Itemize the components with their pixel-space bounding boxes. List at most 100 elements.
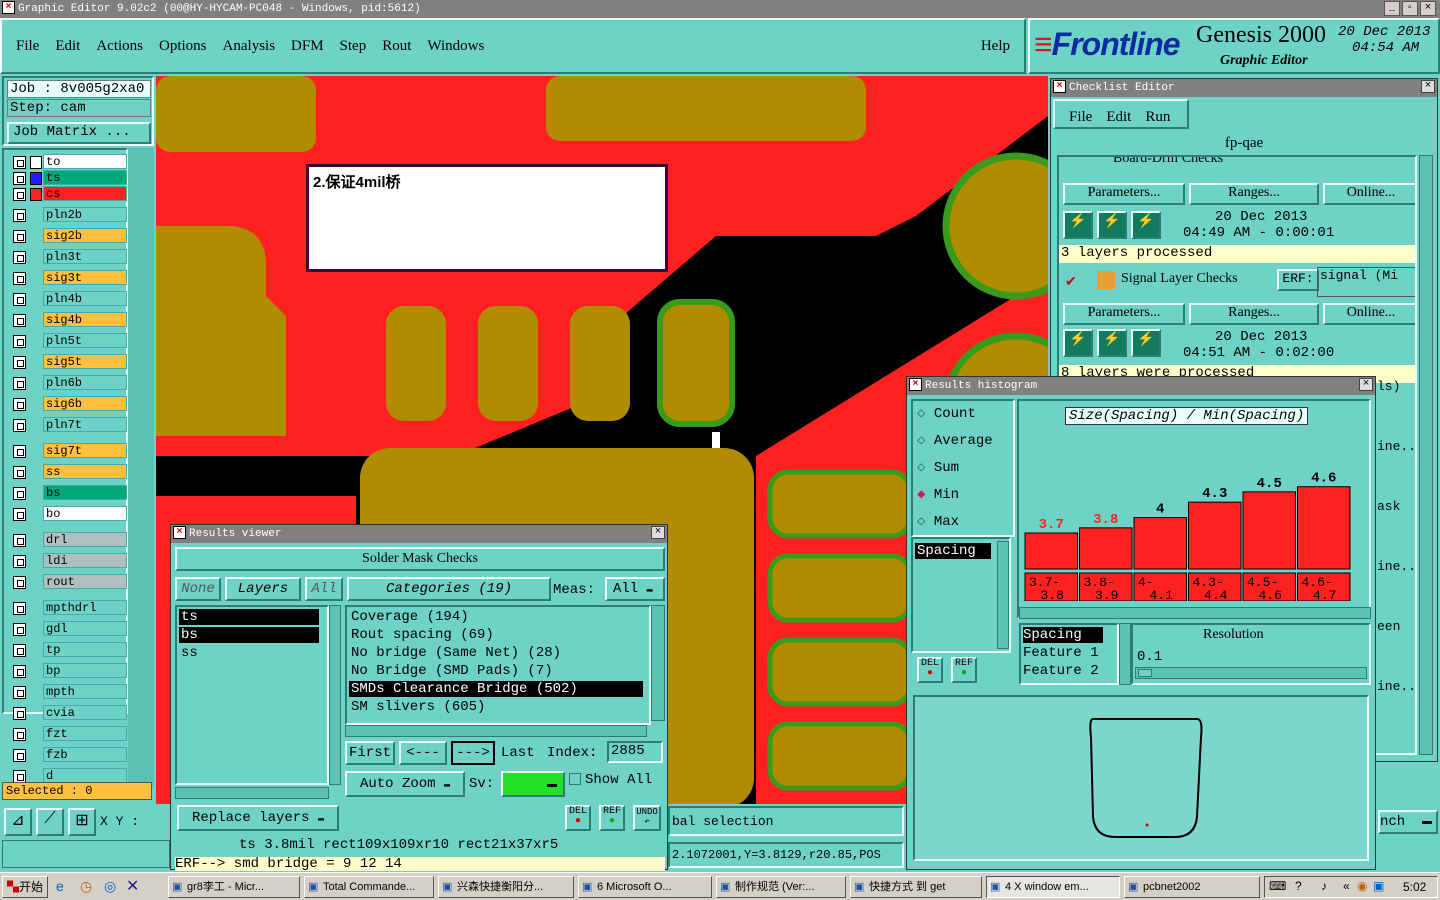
mode-sum[interactable]: ◇ Sum [917,459,959,476]
layer-visibility-checkbox[interactable] [13,576,26,589]
menu-analysis[interactable]: Analysis [223,38,276,55]
layer-visibility-checkbox[interactable] [13,335,26,348]
tray-expand-icon[interactable]: « [1343,879,1350,893]
quicklaunch-x-icon[interactable]: ✕ [126,876,139,896]
checklist-menu-edit[interactable]: Edit [1106,109,1131,127]
mode-min[interactable]: ◆ Min [917,486,959,503]
layer-row-pln7t[interactable]: pln7t [10,417,128,433]
b-run-icon[interactable]: ⚡ [1063,329,1093,357]
taskbar-item[interactable]: ▣ 4 X window em... [986,876,1120,898]
layer-visibility-checkbox[interactable] [13,644,26,657]
close-button[interactable]: × [1420,1,1436,16]
viewer-layer-item[interactable]: bs [179,627,319,643]
layer-row-tp[interactable]: tp [10,642,128,658]
next-button[interactable]: ---> [451,741,495,765]
category-item[interactable]: No bridge (Same Net) (28) [349,645,643,661]
menu-actions[interactable]: Actions [96,38,143,55]
layer-visibility-checkbox[interactable] [13,293,26,306]
units-select[interactable]: nch ▬ [1378,810,1438,834]
checklist-right-label[interactable]: een [1377,619,1400,634]
b-parameters-button[interactable]: Parameters... [1063,303,1185,325]
histogram-bar[interactable] [1188,501,1242,570]
measure-item-spacing[interactable]: Spacing [915,543,991,559]
layer-visibility-checkbox[interactable] [13,377,26,390]
chart-hscroll[interactable] [1019,607,1371,619]
left-scroll-track[interactable] [128,148,154,788]
histogram-ref-button[interactable]: REF ● [951,657,977,683]
histogram-close-button[interactable]: × [1359,378,1373,391]
viewer-layer-item[interactable]: ss [179,645,319,661]
layers-hscroll[interactable] [175,787,329,799]
category-item[interactable]: Rout spacing (69) [349,627,643,643]
b-ranges-button[interactable]: Ranges... [1189,303,1319,325]
histogram-bar[interactable] [1133,517,1187,570]
layer-row-ss[interactable]: ss [10,464,128,480]
a-run-all-icon[interactable]: ⚡ [1097,211,1127,239]
layer-row-fzb[interactable]: fzb [10,747,128,763]
replace-layers-button[interactable]: Replace layers ▬ [177,805,339,831]
taskbar-item[interactable]: ▣ gr8李工 - Micr... [168,876,300,898]
a-show-icon[interactable]: ⚡ [1131,211,1161,239]
tool-select-icon[interactable]: ⊿ [4,808,32,836]
b-erf-value[interactable]: signal (Mi [1317,267,1415,297]
first-button[interactable]: First [345,741,395,765]
layer-visibility-checkbox[interactable] [13,188,26,201]
layer-row-rout[interactable]: rout [10,574,128,590]
layer-visibility-checkbox[interactable] [13,172,26,185]
layer-visibility-checkbox[interactable] [13,272,26,285]
all-button[interactable]: All [305,577,343,601]
resolution-slider-thumb[interactable] [1138,669,1152,677]
layer-visibility-checkbox[interactable] [13,508,26,521]
last-button[interactable]: Last [501,745,535,761]
layer-row-pln6b[interactable]: pln6b [10,375,128,391]
layer-row-sig4b[interactable]: sig4b [10,312,128,328]
checklist-right-label[interactable]: ine... [1377,439,1424,454]
resolution-slider[interactable] [1135,667,1367,679]
checklist-menu-run[interactable]: Run [1145,109,1170,127]
taskbar-item[interactable]: ▣ 6 Microsoft O... [578,876,712,898]
layer-row-pln2b[interactable]: pln2b [10,207,128,223]
resolution-value[interactable]: 0.1 [1137,649,1162,665]
taskbar-item[interactable]: ▣ 制作规范 (Ver:... [716,876,846,898]
meas-select[interactable]: All ▬ [605,577,665,601]
mode-count[interactable]: ◇ Count [917,405,976,422]
layers-scrollbar[interactable] [329,605,341,785]
layer-visibility-checkbox[interactable] [13,749,26,762]
menu-windows[interactable]: Windows [427,38,484,55]
start-button[interactable]: ▚开始 [2,876,48,898]
histogram-bar[interactable] [1242,491,1296,570]
category-item[interactable]: SM slivers (605) [349,699,643,715]
layer-row-bs[interactable]: bs [10,485,128,501]
none-button[interactable]: None [175,577,221,601]
index-input[interactable]: 2885 [607,741,663,763]
checklist-right-label[interactable]: ine... [1377,559,1424,574]
layer-visibility-checkbox[interactable] [13,466,26,479]
layer-row-ts[interactable]: ts [10,170,128,186]
layer-visibility-checkbox[interactable] [13,251,26,264]
layer-visibility-checkbox[interactable] [13,398,26,411]
layer-row-sig3t[interactable]: sig3t [10,270,128,286]
menu-step[interactable]: Step [340,38,367,55]
histogram-bar[interactable] [1079,527,1133,570]
layer-visibility-checkbox[interactable] [13,230,26,243]
mode-average[interactable]: ◇ Average [917,432,993,449]
menu-options[interactable]: Options [159,38,207,55]
a-ranges-button[interactable]: Ranges... [1189,183,1319,205]
layer-visibility-checkbox[interactable] [13,728,26,741]
layer-visibility-checkbox[interactable] [13,314,26,327]
show-all-checkbox[interactable] [569,773,581,785]
quicklaunch-browser-icon[interactable]: ◎ [104,878,116,895]
layer-row-bo[interactable]: bo [10,506,128,522]
feature-list-item[interactable]: Spacing [1023,627,1103,643]
layer-visibility-checkbox[interactable] [13,487,26,500]
viewer-del-button[interactable]: DEL ● [565,805,591,831]
menu-file[interactable]: File [16,38,39,55]
viewer-ref-button[interactable]: REF ● [599,805,625,831]
histogram-bar[interactable] [1024,532,1078,570]
taskbar-item[interactable]: ▣ 快捷方式 到 get [850,876,982,898]
layer-visibility-checkbox[interactable] [13,356,26,369]
histogram-bar[interactable] [1297,486,1351,570]
b-check-name[interactable]: Signal Layer Checks [1121,271,1238,287]
layer-visibility-checkbox[interactable] [13,555,26,568]
quicklaunch-clock-icon[interactable]: ◷ [80,878,92,895]
